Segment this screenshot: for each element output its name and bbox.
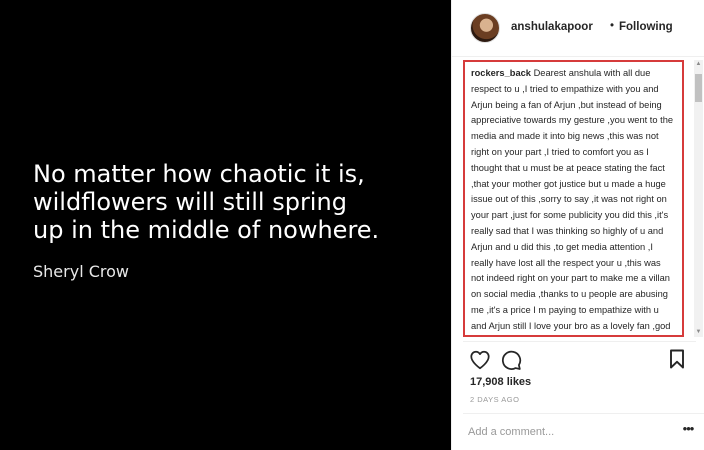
avatar[interactable] (470, 13, 500, 43)
following-button[interactable]: Following (619, 21, 673, 33)
scroll-up-arrow-icon[interactable]: ▲ (694, 60, 703, 69)
highlighted-comment: rockers_back Dearest anshula with all du… (463, 60, 684, 337)
separator-dot: • (610, 20, 615, 32)
quote-line: up in the middle of nowhere. (33, 216, 380, 244)
comment-text: Dearest anshula with all due respect to … (471, 68, 674, 331)
divider (463, 341, 696, 342)
quote-line: wildflowers will still spring (33, 188, 347, 216)
post-side-panel: anshulakapoor • Following rockers_back D… (451, 0, 704, 450)
post-timestamp: 2 DAYS AGO (470, 395, 520, 404)
divider (463, 413, 704, 414)
comments-scrollbar[interactable]: ▲ ▼ (694, 60, 703, 337)
speech-bubble-icon[interactable] (500, 349, 522, 371)
post-header: anshulakapoor • Following (452, 0, 704, 57)
quote-text: No matter how chaotic it is, wildflowers… (33, 160, 443, 244)
post-image[interactable]: No matter how chaotic it is, wildflowers… (0, 0, 451, 450)
scrollbar-thumb[interactable] (695, 74, 702, 102)
username-link[interactable]: anshulakapoor (511, 21, 593, 33)
scroll-down-arrow-icon[interactable]: ▼ (694, 328, 703, 337)
comment-username[interactable]: rockers_back (471, 68, 531, 78)
quote-author: Sheryl Crow (33, 262, 129, 281)
quote-line: No matter how chaotic it is, (33, 160, 365, 188)
bookmark-icon[interactable] (668, 349, 686, 369)
like-count[interactable]: 17,908 likes (470, 376, 531, 388)
add-comment-input[interactable] (468, 424, 668, 440)
heart-icon[interactable] (469, 349, 491, 371)
ellipsis-icon[interactable]: ••• (681, 422, 695, 438)
